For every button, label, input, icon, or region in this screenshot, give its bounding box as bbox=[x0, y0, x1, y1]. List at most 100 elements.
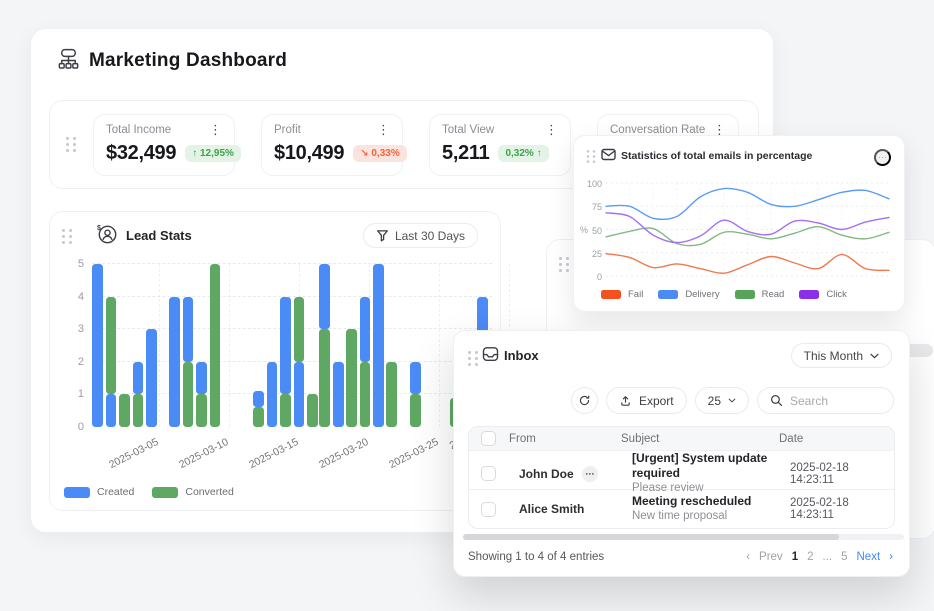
page-item[interactable]: 2 bbox=[807, 551, 813, 563]
y-tick-label: 75 bbox=[578, 202, 602, 212]
y-tick-label: 4 bbox=[60, 291, 84, 303]
refresh-button[interactable] bbox=[571, 387, 598, 414]
row-checkbox[interactable] bbox=[481, 502, 496, 517]
kebab-menu-icon[interactable]: ⋮ bbox=[545, 125, 558, 135]
page-item[interactable]: › bbox=[889, 551, 893, 563]
bar-segment-converted bbox=[360, 362, 371, 427]
stat-value: 5,211 bbox=[442, 142, 489, 165]
kebab-menu-icon[interactable]: ⋮ bbox=[209, 125, 222, 135]
export-button[interactable]: Export bbox=[606, 387, 687, 414]
funnel-icon bbox=[376, 229, 389, 242]
date-filter-button[interactable]: Last 30 Days bbox=[363, 223, 478, 248]
bar-segment-converted bbox=[183, 362, 194, 427]
stat-card: Total View ⋮ 5,211 0,32% ↑ bbox=[429, 114, 571, 176]
bar-segment-created bbox=[410, 362, 421, 395]
bar bbox=[386, 264, 397, 427]
y-tick-label: 25 bbox=[578, 249, 602, 259]
bar-segment-created bbox=[294, 362, 305, 427]
bar bbox=[346, 264, 357, 427]
page-next[interactable]: Next bbox=[857, 551, 881, 563]
y-tick-label: 2 bbox=[60, 356, 84, 368]
stat-label: Profit bbox=[274, 124, 301, 136]
bar bbox=[410, 264, 421, 427]
stat-label: Conversation Rate bbox=[610, 124, 705, 136]
table-row[interactable]: Alice SmithMeeting rescheduledNew time p… bbox=[469, 489, 894, 528]
trend-badge: 0,32% ↑ bbox=[498, 145, 548, 162]
legend-label: Fail bbox=[628, 289, 643, 300]
bar-segment-created bbox=[196, 362, 207, 395]
legend-label: Read bbox=[762, 289, 785, 300]
trend-badge: ↘ 0,33% bbox=[353, 145, 407, 162]
bar-segment-created bbox=[146, 329, 157, 427]
trend-badge: ↑ 12,95% bbox=[185, 145, 241, 162]
select-all-checkbox[interactable] bbox=[481, 431, 496, 446]
drag-handle-icon[interactable] bbox=[559, 257, 569, 272]
kebab-menu-icon[interactable]: ⋮ bbox=[713, 125, 726, 135]
legend-item-converted[interactable]: Converted bbox=[152, 486, 233, 498]
bar-segment-converted bbox=[319, 329, 330, 427]
page-size-select[interactable]: 25 bbox=[695, 387, 749, 414]
legend-label: Click bbox=[826, 289, 847, 300]
y-tick-label: 3 bbox=[60, 323, 84, 335]
legend-item-delivery[interactable]: Delivery bbox=[658, 289, 719, 300]
stat-value: $32,499 bbox=[106, 142, 176, 165]
lead-stats-card: $ Lead Stats Last 30 Days 543210 2025-03… bbox=[49, 211, 501, 511]
bar bbox=[333, 264, 344, 427]
kebab-menu-icon[interactable]: ⋮ bbox=[377, 125, 390, 135]
legend-item-created[interactable]: Created bbox=[64, 486, 134, 498]
page-item[interactable]: ‹ bbox=[746, 551, 750, 563]
horizontal-scrollbar[interactable] bbox=[463, 534, 904, 540]
export-label: Export bbox=[639, 394, 674, 408]
pagination: ‹Prev12...5Next› bbox=[746, 551, 893, 563]
bar bbox=[307, 264, 318, 427]
envelope-icon bbox=[601, 147, 616, 161]
search-box[interactable] bbox=[757, 387, 894, 414]
email-stats-card: Statistics of total emails in percentage… bbox=[573, 135, 905, 312]
bar bbox=[196, 264, 207, 427]
table-header-row: From Subject Date bbox=[469, 427, 894, 450]
lead-user-icon: $ bbox=[96, 223, 119, 246]
bar-segment-created bbox=[267, 362, 278, 427]
row-checkbox[interactable] bbox=[481, 466, 496, 481]
more-options-button[interactable] bbox=[874, 149, 891, 166]
gridline bbox=[159, 264, 160, 427]
inbox-toolbar: Export 25 bbox=[571, 387, 894, 414]
drag-handle-icon[interactable] bbox=[66, 137, 76, 152]
page-item[interactable]: 5 bbox=[841, 551, 847, 563]
search-input[interactable] bbox=[790, 394, 890, 408]
legend-item-click[interactable]: Click bbox=[799, 289, 847, 300]
drag-handle-icon[interactable] bbox=[62, 229, 72, 244]
legend-item-read[interactable]: Read bbox=[735, 289, 785, 300]
bar-segment-converted bbox=[106, 297, 117, 395]
email-chart-legend: Fail Delivery Read Click bbox=[601, 289, 847, 300]
bar-segment-created bbox=[106, 394, 117, 427]
row-more-button[interactable]: ⋯ bbox=[582, 466, 598, 482]
bar-segment-created bbox=[319, 264, 330, 329]
legend-item-fail[interactable]: Fail bbox=[601, 289, 643, 300]
bar bbox=[146, 264, 157, 427]
drag-handle-icon[interactable] bbox=[587, 150, 596, 163]
column-header-date: Date bbox=[779, 433, 894, 445]
bar-segment-converted bbox=[410, 394, 421, 427]
stat-label: Total View bbox=[442, 124, 494, 136]
table-body: John Doe⋯[Urgent] System update required… bbox=[469, 450, 894, 528]
stat-value: $10,499 bbox=[274, 142, 344, 165]
bar-segment-converted bbox=[210, 264, 221, 427]
email-subject: [Urgent] System update required bbox=[632, 451, 779, 481]
period-select[interactable]: This Month bbox=[791, 343, 892, 368]
drag-handle-icon[interactable] bbox=[468, 351, 478, 366]
legend-label: Created bbox=[97, 486, 134, 498]
page-prev[interactable]: Prev bbox=[759, 551, 783, 563]
bar bbox=[280, 264, 291, 427]
scrollbar-thumb[interactable] bbox=[463, 534, 839, 540]
chevron-down-icon bbox=[870, 353, 879, 359]
y-tick-label: 50 bbox=[578, 226, 602, 236]
gridline bbox=[439, 264, 440, 427]
table-row[interactable]: John Doe⋯[Urgent] System update required… bbox=[469, 450, 894, 489]
bar bbox=[106, 264, 117, 427]
page-current[interactable]: 1 bbox=[792, 551, 798, 563]
bar-segment-created bbox=[169, 297, 180, 427]
page-size-value: 25 bbox=[708, 394, 721, 408]
bar-segment-converted bbox=[307, 394, 318, 427]
y-tick-label: 100 bbox=[578, 179, 602, 189]
